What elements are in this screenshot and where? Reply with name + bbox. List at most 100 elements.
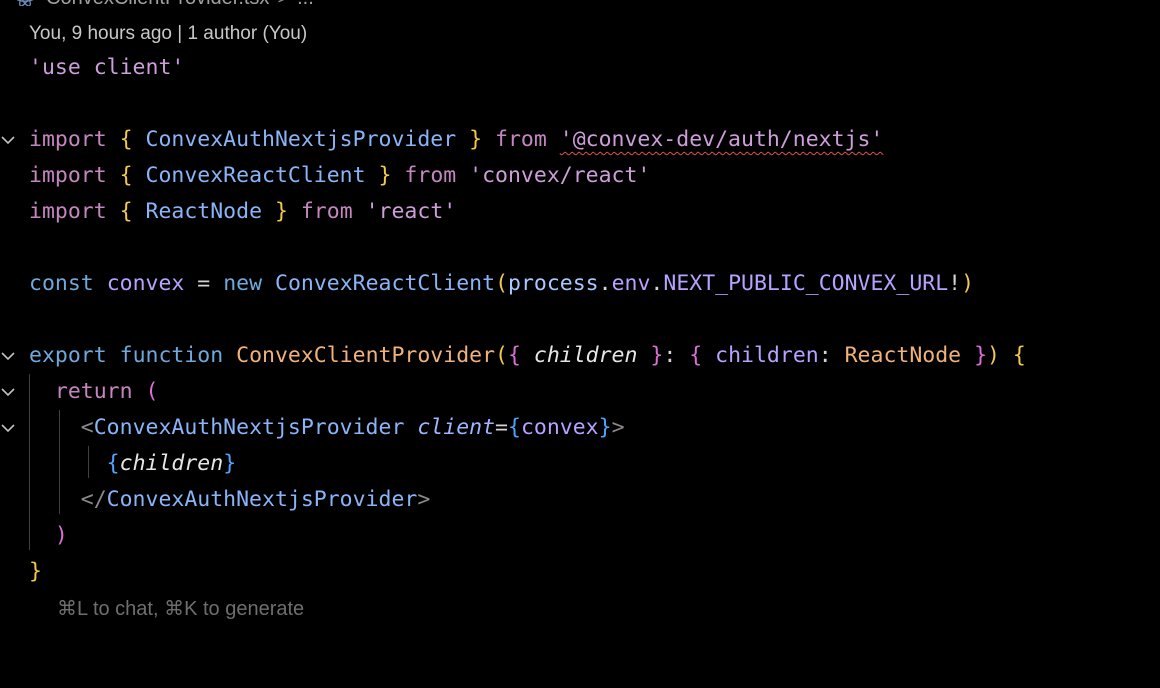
token: children: [715, 343, 819, 368]
token: (: [495, 271, 509, 296]
code-line-10: return (: [0, 374, 1160, 410]
token: }: [974, 343, 988, 368]
token: ConvexClientProvider: [236, 343, 496, 368]
token: !: [948, 271, 962, 296]
token: ): [961, 271, 975, 296]
token: new: [223, 271, 263, 296]
token: env: [611, 271, 651, 296]
code-line-14: ): [0, 518, 1160, 554]
code-line-7: const convex = new ConvexReactClient(pro…: [0, 266, 1160, 302]
token: .: [650, 271, 664, 296]
token: ): [54, 523, 68, 548]
error-token[interactable]: '@convex-dev/auth/nextjs': [560, 127, 884, 152]
chevron-down-icon[interactable]: [0, 132, 16, 148]
token: from: [287, 199, 366, 224]
token: }: [650, 343, 664, 368]
token: }: [469, 127, 483, 152]
token: }: [598, 415, 612, 440]
token: >: [417, 487, 431, 512]
git-blame-annotation[interactable]: You, 9 hours ago | 1 author (You): [29, 22, 307, 46]
code-line-3: import { ConvexAuthNextjsProvider } from…: [0, 122, 1160, 158]
token: 'convex/react': [469, 163, 651, 188]
token: client: [417, 415, 496, 440]
token: import: [29, 199, 107, 224]
token: }: [378, 163, 392, 188]
token: return: [54, 379, 133, 404]
token: ConvexAuthNextjsProvider: [106, 487, 418, 512]
token: =: [495, 415, 508, 440]
breadcrumb-file[interactable]: ConvexClientProvider.tsx: [46, 0, 269, 10]
token: {: [689, 343, 703, 368]
token: import: [29, 127, 107, 152]
token: <: [80, 415, 94, 440]
token: ConvexAuthNextjsProvider: [93, 415, 405, 440]
token: {: [1012, 343, 1026, 368]
code-line-5: import { ReactNode } from 'react': [0, 194, 1160, 230]
token: (: [145, 379, 159, 404]
token: (: [495, 343, 508, 368]
token: :: [663, 343, 690, 368]
breadcrumb-more[interactable]: ...: [297, 0, 314, 10]
token: import: [29, 163, 107, 188]
code-line-4: import { ConvexReactClient } from 'conve…: [0, 158, 1160, 194]
token: {: [106, 451, 120, 476]
token: {: [119, 163, 133, 188]
token: from: [391, 163, 470, 188]
token: {: [119, 199, 133, 224]
token: NEXT_PUBLIC_CONVEX_URL: [663, 271, 949, 296]
token: convex: [106, 271, 185, 296]
chevron-down-icon[interactable]: [0, 420, 16, 436]
code-editor[interactable]: 'use client' import { ConvexAuthNextjsPr…: [0, 50, 1160, 590]
token: >: [611, 415, 625, 440]
token: :: [818, 343, 845, 368]
token: {: [507, 343, 521, 368]
code-line-11: <ConvexAuthNextjsProvider client={convex…: [0, 410, 1160, 446]
code-line-1: 'use client': [0, 50, 1160, 86]
token: const: [29, 271, 94, 296]
code-line-12: {children}: [0, 446, 1160, 482]
react-icon: [16, 0, 34, 6]
token: ConvexReactClient: [132, 163, 379, 188]
token: </: [80, 487, 107, 512]
token: {: [119, 127, 133, 152]
code-line-13: </ConvexAuthNextjsProvider>: [0, 482, 1160, 518]
token: }: [223, 451, 237, 476]
token: 'use client': [29, 55, 185, 80]
ai-shortcut-hint: ⌘L to chat, ⌘K to generate: [57, 598, 305, 620]
chevron-down-icon[interactable]: [0, 384, 16, 400]
token: children: [533, 343, 638, 368]
token: .: [598, 271, 612, 296]
code-line-15: }: [0, 554, 1160, 590]
token: ): [987, 343, 1000, 368]
token: ReactNode: [844, 343, 962, 368]
token: from: [482, 127, 560, 152]
token: convex: [520, 415, 599, 440]
token: ReactNode: [132, 199, 275, 224]
token: ConvexReactClient: [275, 271, 496, 296]
token: process: [508, 271, 599, 296]
token: =: [184, 271, 224, 296]
token: 'react': [365, 199, 457, 224]
token: }: [29, 559, 42, 584]
chevron-down-icon[interactable]: [0, 348, 16, 364]
token: {: [507, 415, 521, 440]
token: export: [29, 343, 107, 368]
